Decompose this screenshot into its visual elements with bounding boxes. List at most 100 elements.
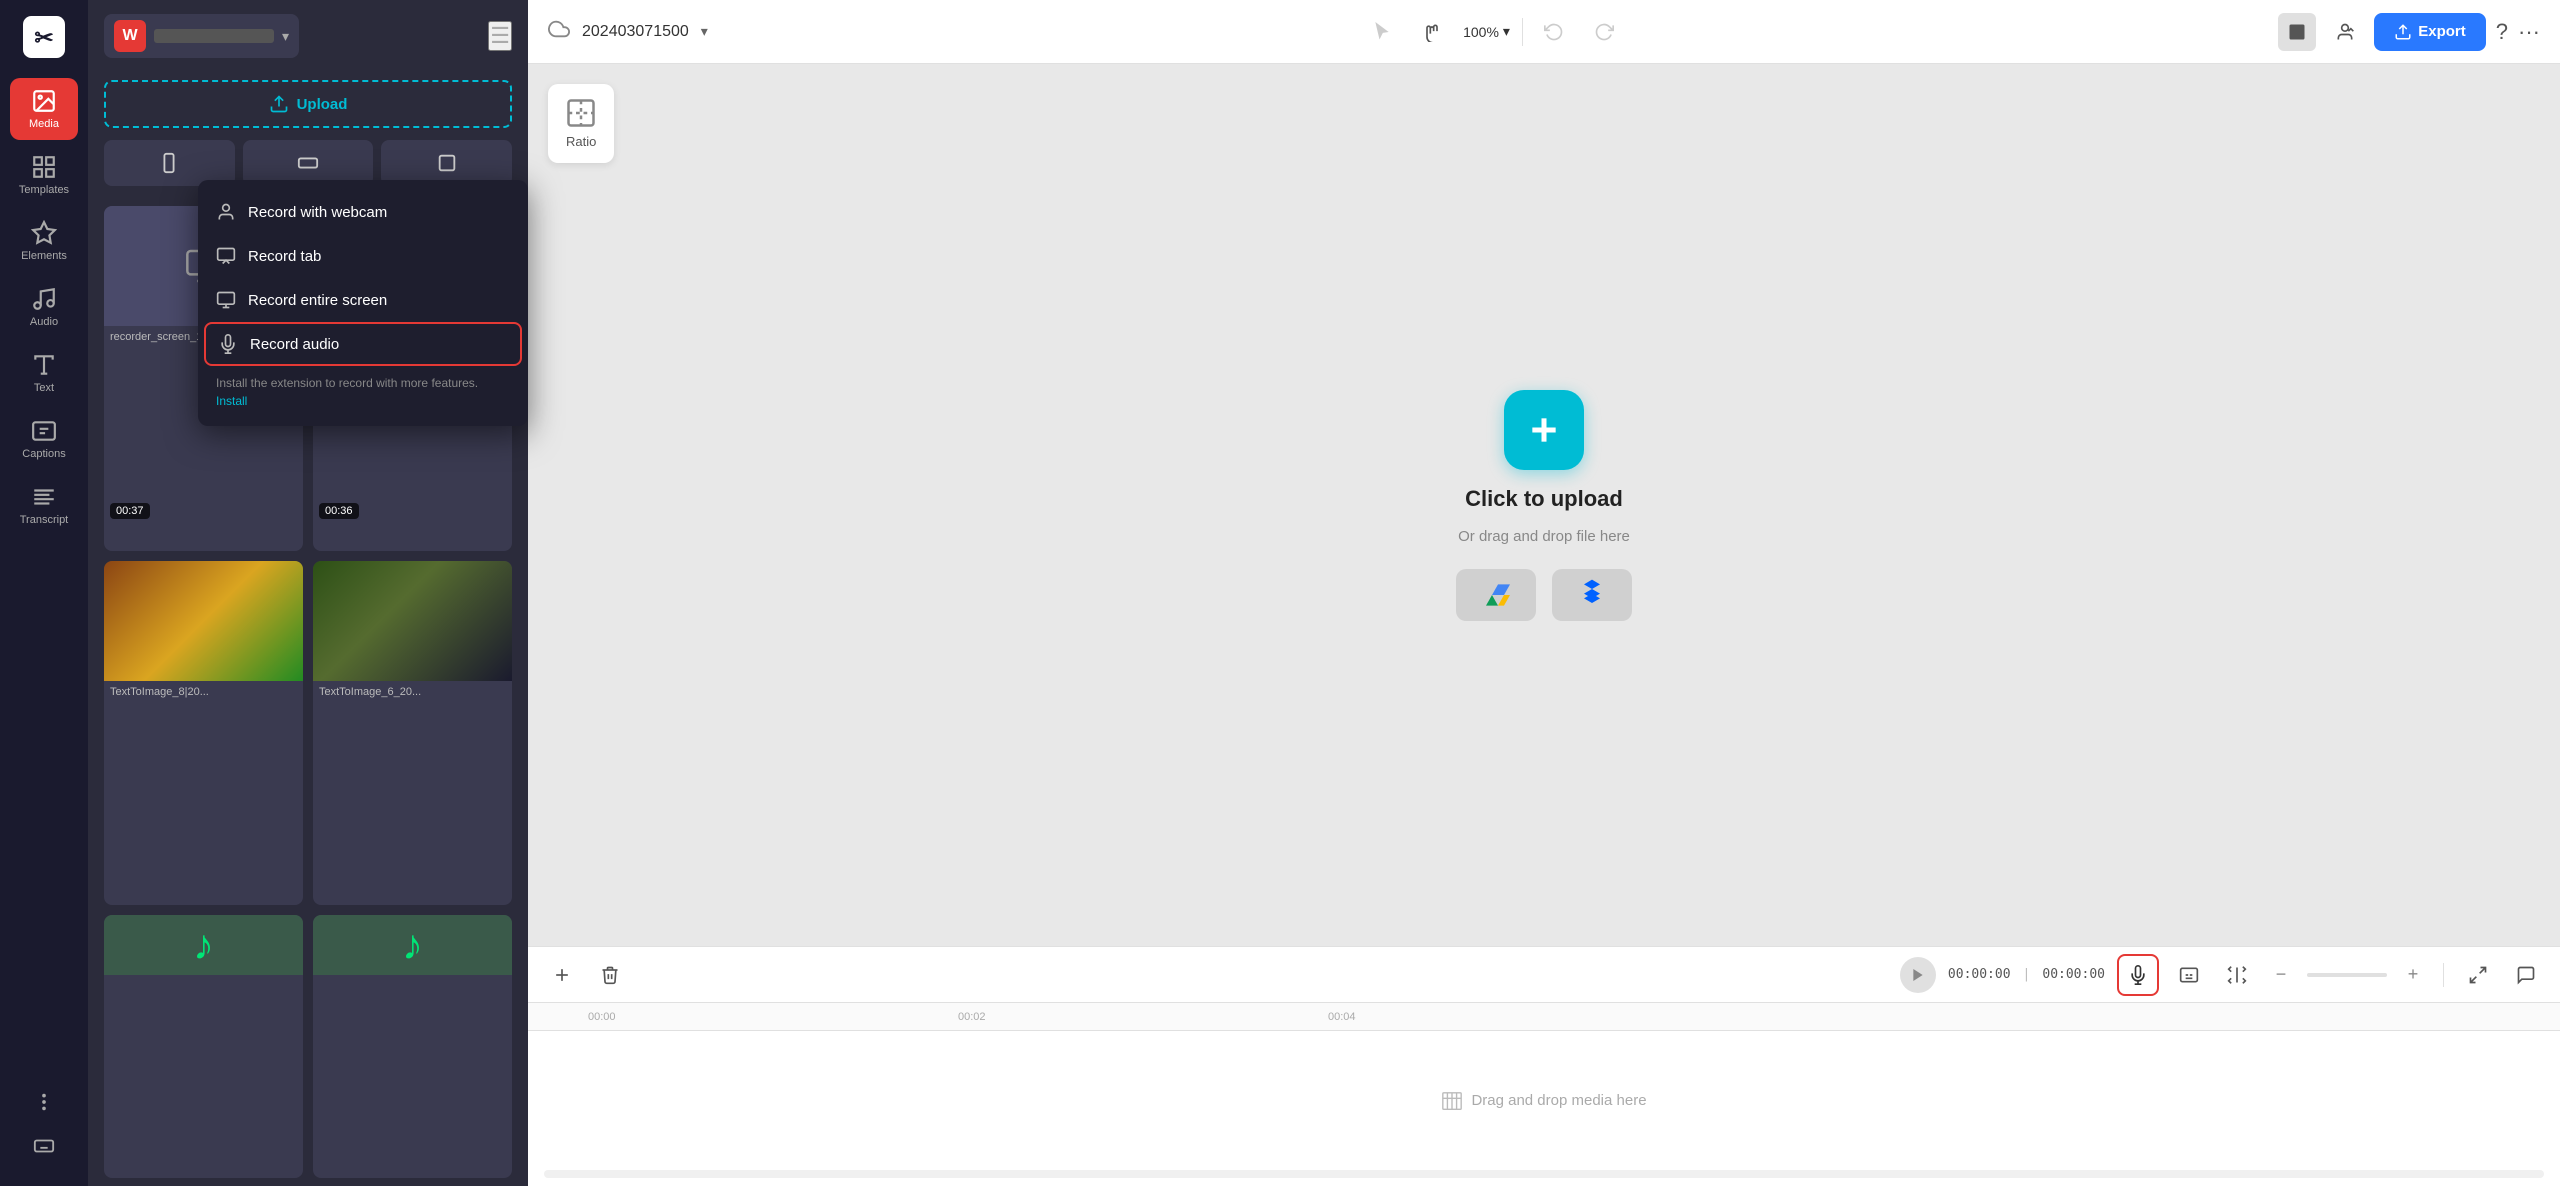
expand-sidebar-button[interactable] [10,1082,78,1122]
sidebar-item-text[interactable]: Text [10,342,78,404]
zoom-chevron-icon: ▾ [1503,23,1510,40]
timeline-time-separator: | [2023,967,2031,982]
timeline-scrollbar[interactable] [544,1170,2544,1178]
toolbar-divider [1522,18,1523,46]
svg-text:✂: ✂ [34,24,53,50]
timeline-drop-label: Drag and drop media here [1471,1092,1646,1109]
media-item-name: TextToImage_8|20... [104,681,303,703]
sidebar-item-templates[interactable]: Templates [10,144,78,206]
main-area: 202403071500 ▾ 100% ▾ [528,0,2560,1186]
install-extension-link[interactable]: Install [216,394,247,408]
media-item[interactable]: ♪ [313,915,512,1178]
keyboard-shortcut-button[interactable] [10,1126,78,1166]
cloud-storage-buttons [1456,569,1632,621]
workspace-name-bar [154,29,274,43]
ratio-label: Ratio [566,134,596,149]
project-name-chevron-icon[interactable]: ▾ [701,23,708,40]
timeline-mark-0: 00:00 [588,1011,616,1023]
export-button[interactable]: Export [2374,13,2486,51]
google-drive-button[interactable] [1456,569,1536,621]
timeline-mark-2: 00:02 [958,1011,986,1023]
share-button[interactable] [2326,13,2364,51]
timeline-current-time: 00:00:00 [1948,967,2011,982]
media-item[interactable]: TextToImage_6_20... [313,561,512,906]
timeline-captions-button[interactable] [2171,957,2207,993]
canvas-area: Ratio Click to upload Or drag and drop f… [528,64,2560,946]
timeline-drop-zone[interactable]: Drag and drop media here [528,1031,2560,1170]
toolbar-divider-2 [2443,963,2444,987]
sidebar-item-media[interactable]: Media [10,78,78,140]
upload-subtitle: Or drag and drop file here [1458,528,1630,545]
toolbar-left: 202403071500 ▾ [548,18,708,45]
upload-button[interactable]: Upload [104,80,512,128]
timeline-zoom-track [2307,973,2387,977]
timeline-insert-button[interactable] [544,957,580,993]
media-duration-badge: 00:37 [110,503,150,519]
more-options-button[interactable]: ··· [2518,19,2540,45]
record-audio-label: Record audio [250,336,339,353]
media-item[interactable]: ♪ [104,915,303,1178]
timeline: 00:00:00 | 00:00:00 [528,946,2560,1186]
ratio-button[interactable]: Ratio [548,84,614,163]
record-tab-label: Record tab [248,248,321,265]
upload-title: Click to upload [1465,486,1623,512]
hand-tool-button[interactable] [1413,13,1451,51]
undo-button[interactable] [1535,13,1573,51]
media-duration-badge: 00:36 [319,503,359,519]
workspace-chevron-icon: ▾ [282,28,289,45]
cloud-save-icon [548,18,570,45]
zoom-value: 100% [1463,24,1499,40]
upload-label: Upload [297,96,348,113]
panel-header: W ▾ ☰ [88,0,528,72]
toolbar-right: Export ? ··· [2278,13,2540,51]
record-webcam-option[interactable]: Record with webcam [198,190,528,234]
panel-menu-button[interactable]: ☰ [488,21,512,51]
sidebar-item-captions[interactable]: Captions [10,408,78,470]
redo-button[interactable] [1585,13,1623,51]
sidebar-item-elements[interactable]: Elements [10,210,78,272]
sidebar-item-audio[interactable]: Audio [10,276,78,338]
record-screen-option[interactable]: Record entire screen [198,278,528,322]
timeline-ruler: 00:00 00:02 00:04 [528,1003,2560,1031]
timeline-delete-button[interactable] [592,957,628,993]
media-thumbnail: ♪ [104,915,303,975]
export-label: Export [2418,23,2466,40]
media-item-name: TextToImage_6_20... [313,681,512,703]
record-dropdown-menu: Record with webcam Record tab Record ent… [198,180,528,426]
media-thumbnail: ♪ [313,915,512,975]
media-item[interactable]: TextToImage_8|20... [104,561,303,906]
pointer-tool-button[interactable] [1363,13,1401,51]
timeline-grid-icon [1441,1090,1463,1112]
workspace-selector[interactable]: W ▾ [104,14,299,58]
timeline-zoom-out-button[interactable]: − [2267,961,2295,989]
record-webcam-label: Record with webcam [248,204,387,221]
record-audio-option[interactable]: Record audio [204,322,522,366]
timeline-comment-button[interactable] [2508,957,2544,993]
dropbox-button[interactable] [1552,569,1632,621]
app-logo[interactable]: ✂ [19,12,69,62]
help-button[interactable]: ? [2496,19,2508,45]
sidebar-item-transcript[interactable]: Transcript [10,474,78,536]
icon-bar: ✂ Media Templates Elements Audio [0,0,88,1186]
timeline-mark-4: 00:04 [1328,1011,1356,1023]
frame-button[interactable] [2278,13,2316,51]
timeline-play-button[interactable] [1900,957,1936,993]
media-thumbnail [104,561,303,681]
media-thumbnail [313,561,512,681]
record-screen-label: Record entire screen [248,292,387,309]
upload-plus-button[interactable] [1504,390,1584,470]
timeline-record-audio-button[interactable] [2117,954,2159,996]
top-toolbar: 202403071500 ▾ 100% ▾ [528,0,2560,64]
toolbar-center: 100% ▾ [724,13,2262,51]
timeline-zoom-in-button[interactable]: + [2399,961,2427,989]
upload-drop-zone[interactable]: Click to upload Or drag and drop file he… [608,64,2480,946]
timeline-split-button[interactable] [2219,957,2255,993]
left-panel: W ▾ ☰ Upload [88,0,528,1186]
record-tab-option[interactable]: Record tab [198,234,528,278]
dropdown-hint-text: Install the extension to record with mor… [198,366,528,416]
zoom-display[interactable]: 100% ▾ [1463,23,1510,40]
timeline-toolbar: 00:00:00 | 00:00:00 [528,947,2560,1003]
timeline-total-time: 00:00:00 [2042,967,2105,982]
timeline-fit-button[interactable] [2460,957,2496,993]
workspace-initial: W [114,20,146,52]
